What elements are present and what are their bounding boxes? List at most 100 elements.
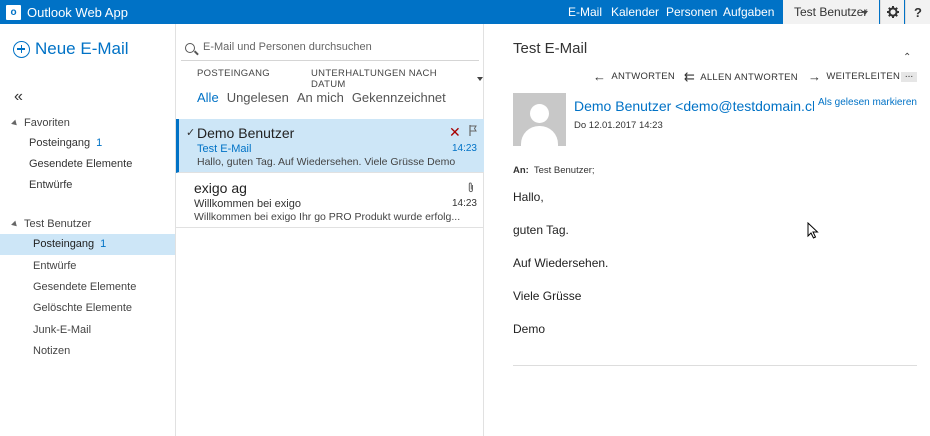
check-icon[interactable]: ✓ — [186, 126, 195, 139]
message-preview: Willkommen bei exigo Ihr go PRO Produkt … — [194, 211, 461, 223]
search-underline — [181, 60, 479, 61]
search-icon — [185, 43, 195, 53]
body-line: Auf Wiedersehen. — [513, 256, 609, 270]
add-circle-icon — [13, 40, 30, 58]
avatar — [513, 93, 566, 146]
body-line: Demo — [513, 322, 546, 336]
new-mail-label: Neue E-Mail — [35, 39, 129, 58]
forward-button[interactable]: → WEITERLEITEN — [808, 69, 900, 84]
help-icon: ? — [914, 4, 922, 20]
folder-label: Gelöschte Elemente — [33, 302, 133, 314]
message-subject: Willkommen bei exigo — [194, 198, 301, 210]
gear-icon — [886, 6, 899, 18]
body-line: Hallo, — [513, 190, 544, 204]
account-header[interactable]: Test Benutzer — [11, 218, 92, 230]
chevron-down-icon — [862, 11, 868, 15]
unread-count: 1 — [100, 238, 107, 250]
body-line: guten Tag. — [513, 223, 569, 237]
mouse-cursor-icon — [807, 222, 819, 239]
filter-flagged[interactable]: Gekennzeichnet — [352, 90, 446, 105]
top-bar: o Outlook Web App E-Mail Kalender Person… — [0, 0, 930, 24]
message-time: 14:23 — [451, 198, 477, 209]
favorite-item-drafts[interactable]: Entwürfe — [29, 179, 72, 191]
folder-item-junk[interactable]: Junk-E-Mail — [0, 320, 175, 341]
avatar-body — [521, 126, 558, 146]
folder-item-inbox[interactable]: Posteingang 1 — [0, 234, 175, 255]
message-time: 14:23 — [451, 143, 477, 154]
body-line: Viele Grüsse — [513, 289, 582, 303]
attachment-icon — [468, 182, 473, 193]
user-name: Test Benutzer — [794, 5, 868, 19]
recipients-line: An: Test Benutzer; — [513, 165, 595, 176]
sort-dropdown[interactable]: UNTERHALTUNGEN NACH DATUM — [311, 68, 483, 90]
collapse-pane-button[interactable]: « — [14, 88, 23, 106]
new-mail-button[interactable]: Neue E-Mail — [13, 39, 129, 59]
delete-icon[interactable]: ✕ — [449, 124, 461, 141]
mark-as-read-link[interactable]: Als gelesen markieren — [818, 97, 917, 108]
to-recipient[interactable]: Test Benutzer; — [534, 165, 595, 176]
message-date: Do 12.01.2017 14:23 — [574, 120, 663, 131]
nav-calendar[interactable]: Kalender — [611, 0, 659, 24]
message-list-pane: E-Mail und Personen durchsuchen POSTEING… — [175, 24, 484, 436]
reply-all-arrow-icon: ⇇ — [684, 69, 696, 84]
to-label: An: — [513, 165, 529, 176]
filter-to-me[interactable]: An mich — [297, 90, 344, 105]
favorites-header[interactable]: Favoriten — [11, 117, 70, 129]
message-subject: Test E-Mail — [197, 143, 252, 155]
user-menu[interactable]: Test Benutzer — [783, 0, 879, 24]
folder-label: Junk-E-Mail — [33, 324, 92, 336]
reading-subject: Test E-Mail — [513, 40, 588, 57]
account-title: Test Benutzer — [24, 218, 92, 230]
reply-button[interactable]: ← ANTWORTEN — [593, 69, 675, 84]
reply-all-button[interactable]: ⇇ ALLEN ANTWORTEN — [684, 69, 798, 85]
divider — [513, 365, 917, 366]
filter-all[interactable]: Alle — [197, 90, 219, 105]
collapse-header-icon[interactable]: ⌃ — [903, 52, 911, 63]
reading-pane: Test E-Mail ⌃ ← ANTWORTEN ⇇ ALLEN ANTWOR… — [485, 24, 930, 436]
folder-item-drafts[interactable]: Entwürfe — [0, 256, 175, 277]
nav-people[interactable]: Personen — [666, 0, 717, 24]
message-item[interactable]: ✓ Demo Benutzer ✕ Test E-Mail 14:23 Hall… — [176, 119, 484, 173]
forward-arrow-icon: → — [808, 69, 822, 84]
message-preview: Hallo, guten Tag. Auf Wiedersehen. Viele… — [197, 156, 456, 168]
folder-pane: Neue E-Mail « Favoriten Posteingang 1 Ges… — [0, 24, 175, 436]
reply-label: ANTWORTEN — [611, 71, 676, 82]
message-sender: Demo Benutzer — [197, 125, 295, 141]
folder-item-notes[interactable]: Notizen — [0, 341, 175, 362]
unread-count: 1 — [96, 137, 103, 149]
filter-unread[interactable]: Ungelesen — [227, 90, 289, 105]
avatar-head — [530, 104, 549, 123]
more-actions-icon[interactable]: ... — [901, 70, 917, 82]
folder-label: Entwürfe — [33, 260, 77, 272]
favorite-item-inbox[interactable]: Posteingang 1 — [29, 137, 102, 149]
search-input[interactable]: E-Mail und Personen durchsuchen — [203, 41, 372, 53]
expand-triangle-icon — [11, 119, 19, 127]
reply-all-label: ALLEN ANTWORTEN — [700, 71, 798, 83]
folder-item-deleted[interactable]: Gelöschte Elemente — [0, 298, 175, 319]
folder-label: Notizen — [33, 345, 71, 357]
reply-arrow-icon: ← — [593, 69, 607, 84]
app-brand[interactable]: o Outlook Web App — [6, 4, 128, 20]
folder-label: Posteingang — [33, 238, 95, 250]
list-folder-title: POSTEINGANG — [197, 68, 270, 79]
app-title: Outlook Web App — [27, 4, 128, 20]
folder-label: Gesendete Elemente — [33, 281, 137, 293]
chevron-down-icon — [477, 77, 483, 81]
search-box[interactable]: E-Mail und Personen durchsuchen — [176, 38, 484, 61]
forward-label: WEITERLEITEN — [826, 71, 901, 82]
settings-button[interactable] — [880, 0, 904, 24]
favorites-title: Favoriten — [24, 117, 70, 129]
sort-label: UNTERHALTUNGEN NACH DATUM — [311, 68, 437, 90]
filter-bar: Alle Ungelesen An mich Gekennzeichnet — [197, 90, 454, 105]
favorite-label: Entwürfe — [29, 179, 73, 191]
sender-address[interactable]: Demo Benutzer <demo@testdomain.ch> — [574, 98, 814, 114]
nav-tasks[interactable]: Aufgaben — [723, 0, 774, 24]
message-item[interactable]: exigo ag Willkommen bei exigo 14:23 Will… — [176, 174, 484, 228]
folder-item-sent[interactable]: Gesendete Elemente — [0, 277, 175, 298]
favorite-label: Gesendete Elemente — [29, 158, 133, 170]
message-sender: exigo ag — [194, 180, 247, 196]
flag-icon[interactable] — [469, 125, 477, 136]
nav-mail[interactable]: E-Mail — [568, 0, 602, 24]
favorite-item-sent[interactable]: Gesendete Elemente — [29, 158, 132, 170]
help-button[interactable]: ? — [905, 0, 930, 24]
